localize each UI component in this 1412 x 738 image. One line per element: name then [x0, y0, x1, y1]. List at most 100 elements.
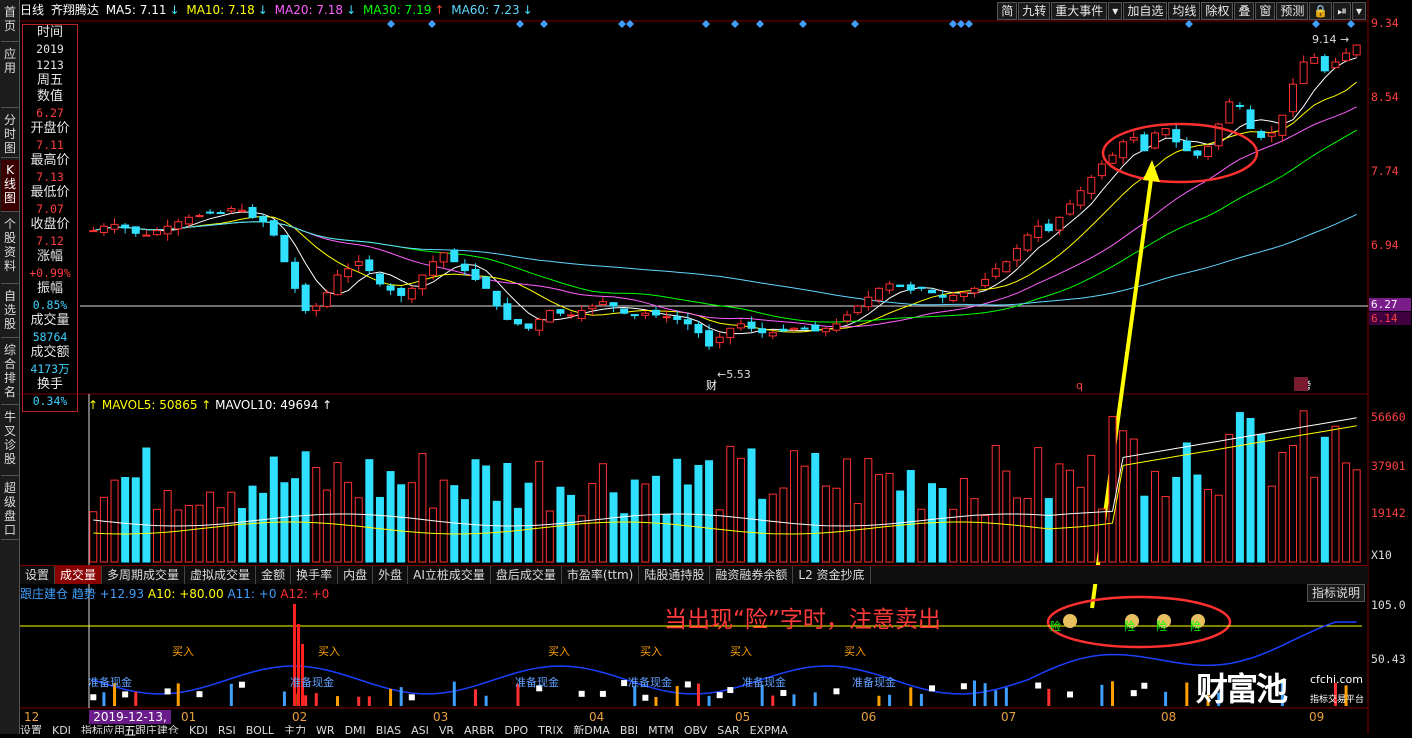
toolbar-button-12[interactable]: ▾: [1351, 2, 1366, 20]
volume-bar: [949, 508, 958, 563]
bottom-tab-10[interactable]: BIAS: [376, 725, 401, 734]
money-bag-icon: [1125, 614, 1139, 628]
candle-body: [853, 305, 862, 314]
bottom-tab-13[interactable]: ARBR: [464, 725, 494, 734]
volume-bar: [779, 487, 788, 563]
volume-tab-3[interactable]: 虚拟成交量: [185, 566, 257, 584]
toolbar-button-6[interactable]: 除权: [1201, 2, 1234, 20]
volume-bar: [1087, 454, 1096, 563]
indicator-bar: [282, 691, 286, 706]
bottom-tab-4[interactable]: KDJ: [189, 725, 208, 734]
candle-body: [1044, 223, 1053, 232]
volume-bar: [1246, 418, 1255, 563]
event-diamond: [731, 20, 739, 28]
volume-tab-12[interactable]: 融资融券余额: [710, 566, 794, 584]
bottom-tab-6[interactable]: BOLL: [246, 725, 274, 734]
bottom-tab-0[interactable]: 设置: [20, 725, 42, 734]
volume-tab-1[interactable]: 成交量: [55, 566, 103, 584]
toolbar-button-0[interactable]: 简: [997, 2, 1018, 20]
volume-tab-4[interactable]: 金额: [256, 566, 292, 584]
stock-name[interactable]: 齐翔腾达: [51, 3, 99, 17]
bottom-tab-21[interactable]: EXPMA: [750, 725, 788, 734]
toolbar-button-11[interactable]: ⏯: [1333, 2, 1351, 20]
bottom-tab-16[interactable]: 新DMA: [573, 725, 610, 734]
bottom-tab-20[interactable]: SAR: [717, 725, 739, 734]
bottom-tab-8[interactable]: WR: [316, 725, 335, 734]
indicator-bar: [176, 683, 180, 706]
indicator-spike: [293, 604, 296, 706]
warning-label: 险: [1190, 619, 1201, 633]
volume-tab-7[interactable]: 外盘: [373, 566, 409, 584]
volume-tab-5[interactable]: 换手率: [291, 566, 339, 584]
volume-tab-2[interactable]: 多周期成交量: [102, 566, 186, 584]
sidebar-tab-2[interactable]: 分时图: [1, 110, 19, 158]
toolbar-button-5[interactable]: 均线: [1168, 2, 1201, 20]
indicator-square: [599, 690, 606, 697]
volume-bar: [588, 482, 597, 563]
volume-tab-8[interactable]: AI立桩成交量: [408, 566, 491, 584]
candle-body: [620, 308, 629, 314]
bottom-tab-17[interactable]: BBI: [620, 725, 638, 734]
bottom-tab-2[interactable]: 指标应用: [81, 725, 125, 734]
bottom-tab-18[interactable]: MTM: [648, 725, 674, 734]
volume-tab-6[interactable]: 内盘: [338, 566, 374, 584]
volume-bar: [259, 492, 268, 563]
indicator-bar: [994, 690, 998, 706]
toolbar-button-4[interactable]: 加自选: [1123, 2, 1168, 20]
volume-bar: [1235, 412, 1244, 563]
bottom-tab-9[interactable]: DMI: [345, 725, 366, 734]
toolbar-button-8[interactable]: 窗: [1255, 2, 1276, 20]
bottom-tab-12[interactable]: VR: [439, 725, 454, 734]
volume-tab-13[interactable]: L2 资金抄底: [793, 566, 871, 584]
bottom-tab-1[interactable]: KDJ: [52, 725, 71, 734]
candle-body: [471, 268, 480, 280]
candle-body: [821, 327, 830, 333]
indicator-bar: [1100, 684, 1104, 706]
volume-bar: [333, 462, 342, 563]
info-value: 周五: [36, 73, 63, 88]
bottom-tab-5[interactable]: RSI: [218, 725, 236, 734]
sidebar-tab-1[interactable]: 应用: [1, 44, 19, 108]
indicator-bar: [983, 683, 987, 706]
toolbar-button-1[interactable]: 九转: [1018, 2, 1051, 20]
left-sidebar: 首页 应用分时图 K线图个股资料自选股综合排名牛叉诊股超级盘口: [0, 0, 20, 734]
indicator-help-button[interactable]: 指标说明: [1307, 584, 1365, 602]
toolbar-button-7[interactable]: 叠: [1234, 2, 1255, 20]
event-diamond: [1185, 20, 1193, 28]
sidebar-tab-8[interactable]: 超级盘口: [1, 478, 19, 540]
sidebar-tab-6[interactable]: 综合排名: [1, 340, 19, 405]
info-value: 7.11: [36, 138, 64, 152]
volume-tab-10[interactable]: 市盈率(ttm): [562, 566, 640, 584]
bottom-tab-7[interactable]: 主力: [284, 725, 306, 734]
toolbar-button-2[interactable]: 重大事件: [1051, 2, 1108, 20]
candle-body: [970, 287, 979, 294]
bottom-tab-15[interactable]: TRIX: [538, 725, 563, 734]
candle-body: [1023, 234, 1032, 251]
date-axis-label: 03: [433, 710, 449, 724]
volume-bar: [237, 507, 246, 563]
buy-label: 买入: [844, 645, 866, 658]
sidebar-tab-3[interactable]: K线图: [1, 160, 19, 212]
bottom-tab-3[interactable]: 跟庄建仓: [135, 725, 179, 734]
volume-tab-9[interactable]: 盘后成交量: [491, 566, 562, 584]
indicator-name[interactable]: 跟庄建仓: [20, 587, 72, 601]
bottom-tab-19[interactable]: OBV: [684, 725, 707, 734]
sidebar-tab-5[interactable]: 自选股: [1, 286, 19, 338]
bottom-tab-14[interactable]: DPO: [504, 725, 528, 734]
volume-bar: [832, 487, 841, 563]
toolbar-button-10[interactable]: 🔒: [1309, 2, 1333, 20]
sidebar-tab-4[interactable]: 个股资料: [1, 214, 19, 284]
volume-tab-0[interactable]: 设置: [20, 566, 56, 584]
toolbar-button-3[interactable]: ▾: [1108, 2, 1123, 20]
event-mark: 财: [706, 378, 717, 392]
candle-body: [790, 327, 799, 331]
sidebar-tab-7[interactable]: 牛叉诊股: [1, 407, 19, 476]
volume-tab-11[interactable]: 陆股通持股: [639, 566, 711, 584]
indicator-square: [196, 691, 203, 698]
date-axis: 12 01 02 03 04 05 06 07 08 09: [20, 710, 1368, 724]
toolbar-button-9[interactable]: 预测: [1276, 2, 1309, 20]
ma-line-20: [93, 106, 1357, 328]
bottom-tabs: 设置 KDJ 指标应用 跟庄建仓 KDJ RSI BOLL 主力 WR DMI BIAS ASI VR A…: [20, 725, 1368, 734]
bottom-tab-11[interactable]: ASI: [411, 725, 429, 734]
sidebar-tab-0[interactable]: 首页: [1, 2, 19, 42]
